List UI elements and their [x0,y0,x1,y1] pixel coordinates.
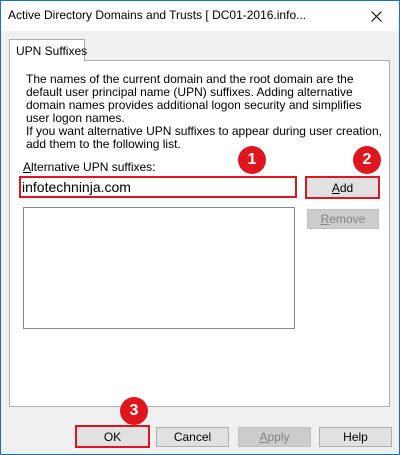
add-access-key: A [331,180,340,195]
upn-suffixes-panel: The names of the current domain and the … [9,60,390,407]
label-text: lternative UPN suffixes: [31,160,156,174]
close-icon [370,10,382,22]
ok-label: OK [103,429,122,444]
add-label: dd [339,180,354,195]
window-title: Active Directory Domains and Trusts [ DC… [8,8,307,22]
step-marker-2: 2 [353,146,381,174]
tab-label: UPN Suffixes [16,44,88,58]
title-bar: Active Directory Domains and Trusts [ DC… [1,1,399,31]
help-button[interactable]: Help [319,427,392,447]
tab-upn-suffixes[interactable]: UPN Suffixes [9,39,88,61]
remove-label: emove [329,212,366,226]
help-label: Help [343,430,368,444]
suffix-list[interactable] [23,207,295,329]
description-text-2: If you want alternative UPN suffixes to … [26,124,382,151]
add-button[interactable]: Add [305,176,380,199]
apply-access-key: A [259,430,268,444]
apply-button[interactable]: Apply [238,427,311,447]
apply-label: pply [267,430,290,444]
step-marker-3: 3 [120,397,148,425]
ok-button[interactable]: OK [75,425,150,448]
remove-access-key: R [320,212,330,226]
description-text-1: The names of the current domain and the … [26,72,362,125]
cancel-button[interactable]: Cancel [156,427,229,447]
label-access-key: A [23,160,32,174]
input-highlight-underline [20,196,249,198]
upn-suffix-input[interactable] [19,176,297,198]
dialog-window: Active Directory Domains and Trusts [ DC… [0,0,400,455]
step-marker-1: 1 [238,146,266,174]
close-button[interactable] [353,1,399,31]
cancel-label: Cancel [173,430,212,444]
remove-button[interactable]: Remove [307,209,379,229]
alternative-upn-suffixes-label: Alternative UPN suffixes: [23,160,156,174]
